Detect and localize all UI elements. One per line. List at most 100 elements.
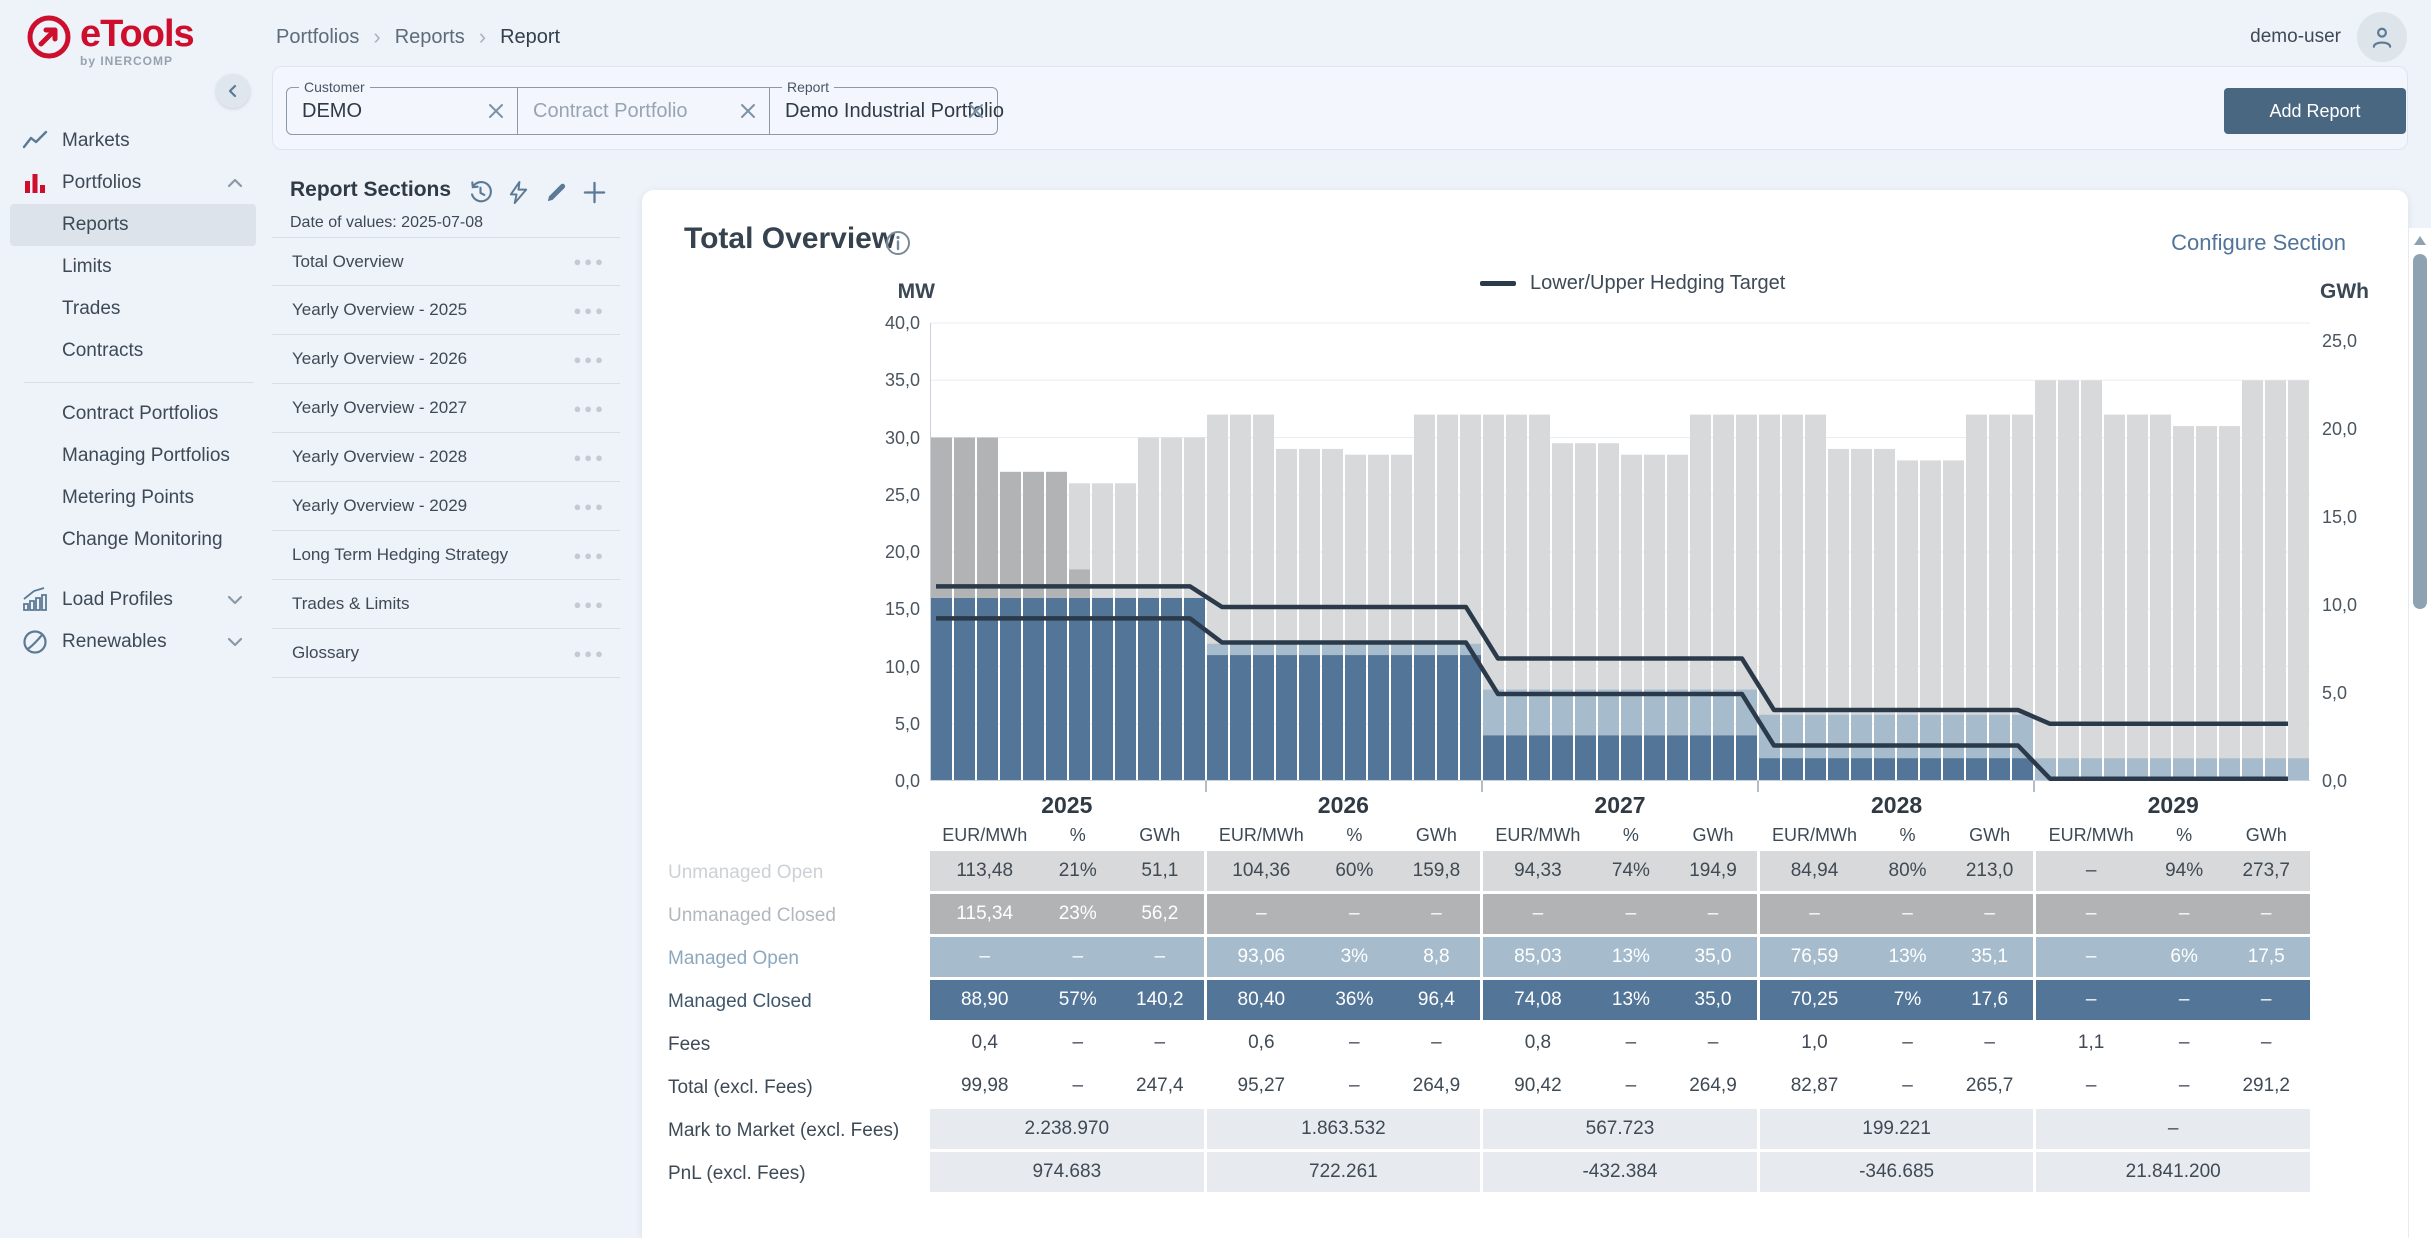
col-header-eur-mwh: EUR/MWh [2036,822,2145,851]
table-row-label: PnL (excl. Fees) [668,1152,926,1195]
table-cell: – [1669,1032,1757,1054]
table-row-label: Fees [668,1023,926,1066]
section-item-yearly-overview-2026[interactable]: Yearly Overview - 2026 ●●● [272,335,620,384]
section-item-menu-icon[interactable]: ●●● [573,254,606,269]
col-header-eur-mwh: EUR/MWh [1483,822,1592,851]
sidebar-item-renewables[interactable]: Renewables [0,621,266,663]
add-icon[interactable] [582,180,607,205]
sidebar-item-trades[interactable]: Trades [0,288,266,330]
clear-report-icon[interactable] [965,100,987,122]
logo-subtext: by INERCOMP [80,54,194,68]
table-year-header: 2025 [930,790,1204,822]
section-item-menu-icon[interactable]: ●●● [573,499,606,514]
col-header-gwh: GWh [2222,822,2310,851]
contract-portfolio-filter-field[interactable]: Contract Portfolio [518,87,770,135]
breadcrumb-reports[interactable]: Reports [395,26,465,49]
table-cell: 0,6 [1207,1032,1316,1054]
section-item-menu-icon[interactable]: ●●● [573,352,606,367]
section-item-menu-icon[interactable]: ●●● [573,646,606,661]
table-cell: 56,2 [1116,903,1204,925]
table-cell: 35,1 [1946,946,2034,968]
section-item-yearly-overview-2027[interactable]: Yearly Overview - 2027 ●●● [272,384,620,433]
left-axis-unit: MW [875,280,935,304]
table-cell: 51,1 [1116,860,1204,882]
table-cell: 104,36 [1207,860,1316,882]
section-item-trades-limits[interactable]: Trades & Limits ●●● [272,580,620,629]
bolt-icon[interactable] [506,180,531,205]
info-icon[interactable] [885,230,911,256]
section-item-label: Yearly Overview - 2026 [292,349,467,369]
clear-contract-portfolio-icon[interactable] [737,100,759,122]
sidebar-item-contracts[interactable]: Contracts [0,330,266,372]
table-row-labels: Unmanaged OpenUnmanaged ClosedManaged Op… [668,790,926,1195]
table-cell: – [2036,1118,2310,1140]
table-cell: 95,27 [1207,1075,1316,1097]
section-item-menu-icon[interactable]: ●●● [573,548,606,563]
left-axis-tick: 25,0 [858,485,920,506]
sidebar-item-label: Reports [62,214,129,236]
right-axis-unit: GWh [2320,280,2369,304]
sidebar-item-label: Contract Portfolios [62,403,218,425]
sidebar-item-portfolios[interactable]: Portfolios [0,162,266,204]
left-axis-tick: 5,0 [858,714,920,735]
table-cell: – [2036,946,2145,968]
chevron-down-icon[interactable] [226,591,244,609]
sidebar-item-metering-points[interactable]: Metering Points [0,477,266,519]
scrollbar-thumb[interactable] [2413,254,2427,609]
sidebar-item-managing-portfolios[interactable]: Managing Portfolios [0,435,266,477]
section-item-menu-icon[interactable]: ●●● [573,597,606,612]
edit-icon[interactable] [544,180,569,205]
table-cell: 0,8 [1483,1032,1592,1054]
sidebar-item-markets[interactable]: Markets [0,120,266,162]
vertical-scrollbar[interactable] [2409,228,2431,1238]
user-avatar-button[interactable] [2357,12,2407,62]
sidebar-item-label: Contracts [62,340,143,362]
table-cell: – [1207,903,1316,925]
right-axis-tick: 15,0 [2322,507,2357,528]
chevron-down-icon[interactable] [226,633,244,651]
configure-section-link[interactable]: Configure Section [2171,230,2346,256]
table-cell: 17,5 [2222,946,2310,968]
clear-customer-icon[interactable] [485,100,507,122]
table-cell: 17,6 [1946,989,2034,1011]
section-item-long-term-hedging-strategy[interactable]: Long Term Hedging Strategy ●●● [272,531,620,580]
add-report-button[interactable]: Add Report [2224,88,2406,134]
section-item-label: Yearly Overview - 2027 [292,398,467,418]
section-item-menu-icon[interactable]: ●●● [573,401,606,416]
table-cell: 199.221 [1760,1118,2034,1140]
hedging-target-legend-label: Lower/Upper Hedging Target [1530,272,1785,295]
report-filter-field[interactable]: Report Demo Industrial Portfolio [770,87,998,135]
sidebar-item-limits[interactable]: Limits [0,246,266,288]
customer-filter-field[interactable]: Customer DEMO [286,87,518,135]
sidebar-collapse-button[interactable] [216,74,250,108]
chevron-up-icon[interactable] [226,174,244,192]
table-cell: 291,2 [2222,1075,2310,1097]
table-cell: – [1483,903,1592,925]
sidebar-item-load-profiles[interactable]: Load Profiles [0,579,266,621]
section-item-total-overview[interactable]: Total Overview ●●● [272,237,620,286]
sidebar-item-reports[interactable]: Reports [10,204,256,246]
table-cell: 567.723 [1483,1118,1757,1140]
section-item-yearly-overview-2029[interactable]: Yearly Overview - 2029 ●●● [272,482,620,531]
overview-table: 20252026202720282029EUR/MWh%GWhEUR/MWh%G… [930,790,2310,1195]
section-item-yearly-overview-2025[interactable]: Yearly Overview - 2025 ●●● [272,286,620,335]
table-cell: 94,33 [1483,860,1592,882]
sidebar-item-change-monitoring[interactable]: Change Monitoring [0,519,266,561]
section-item-glossary[interactable]: Glossary ●●● [272,629,620,678]
table-cell: 1.863.532 [1207,1118,1481,1140]
section-item-menu-icon[interactable]: ●●● [573,303,606,318]
breadcrumb-portfolios[interactable]: Portfolios [276,26,359,49]
section-item-menu-icon[interactable]: ●●● [573,450,606,465]
sidebar-item-contract-portfolios[interactable]: Contract Portfolios [0,393,266,435]
table-cell: 35,0 [1669,989,1757,1011]
table-year-header: 2028 [1760,790,2034,822]
left-axis-tick: 35,0 [858,370,920,391]
history-icon[interactable] [468,180,493,205]
section-item-label: Total Overview [292,252,403,272]
section-item-yearly-overview-2028[interactable]: Yearly Overview - 2028 ●●● [272,433,620,482]
table-cell: 88,90 [930,989,1039,1011]
table-cell: -432.384 [1483,1161,1757,1183]
left-axis-tick: 30,0 [858,428,920,449]
logo-text: eTools [80,14,194,54]
scroll-up-arrow-icon[interactable] [2414,236,2426,245]
